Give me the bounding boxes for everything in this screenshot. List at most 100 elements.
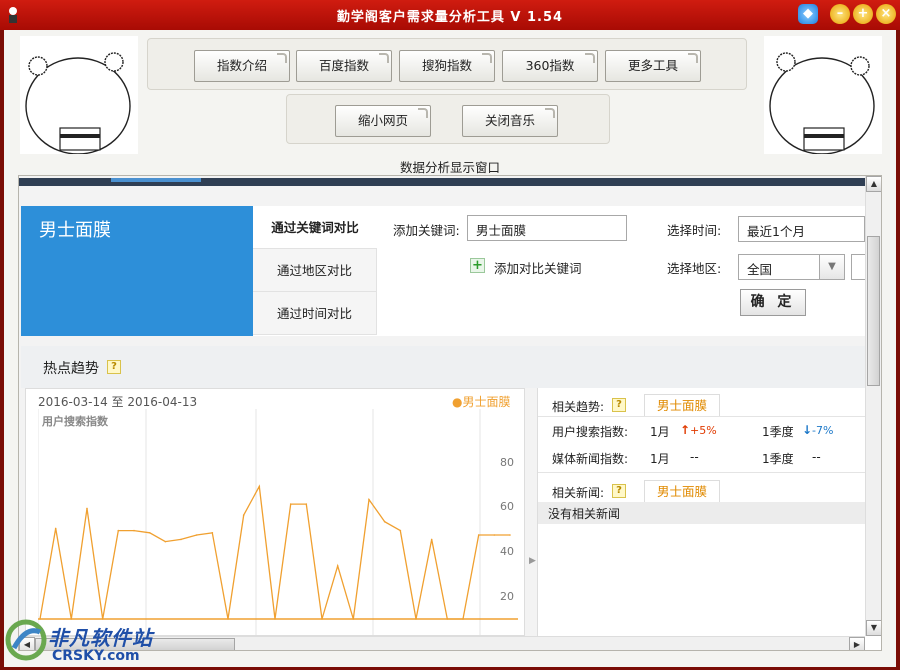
data-point — [242, 514, 245, 516]
y-tick-label: 80 — [500, 456, 514, 469]
scroll-down-icon[interactable]: ▼ — [866, 620, 881, 636]
related-trend-label: 相关趋势: — [552, 400, 605, 414]
time-select[interactable]: 最近1个月 — [738, 216, 865, 242]
360-index-button[interactable]: 360指数 — [502, 50, 598, 82]
search-quarter-change: -7% — [812, 424, 834, 437]
region-label: 选择地区: — [667, 261, 722, 276]
data-point — [462, 618, 464, 620]
skin-icon[interactable]: ◆ — [798, 4, 818, 24]
collapse-arrow-icon[interactable]: ▶ — [529, 556, 537, 586]
nav-accent — [111, 178, 201, 182]
no-news-text: 没有相关新闻 — [538, 502, 865, 524]
arrow-down-icon: ↓ — [802, 423, 813, 437]
vertical-scroll-thumb[interactable] — [867, 236, 880, 386]
y-tick-label: 60 — [500, 500, 514, 513]
tab-keyword-compare[interactable]: 通过关键词对比 — [253, 206, 377, 249]
minimize-button[interactable]: – — [830, 4, 850, 24]
window-title: 勤学阁客户需求量分析工具 V 1.54 — [336, 10, 564, 25]
section-title: 数据分析显示窗口 — [399, 160, 500, 175]
data-point — [274, 618, 276, 620]
y-tick-label: 20 — [500, 590, 514, 603]
watermark-logo-icon — [5, 619, 47, 661]
data-point — [415, 618, 417, 620]
keyword-input[interactable]: 男士面膜 — [467, 215, 627, 241]
top-nav-bar — [19, 178, 865, 186]
data-point — [446, 618, 449, 620]
data-point — [321, 618, 323, 620]
tab-time-compare[interactable]: 通过时间对比 — [253, 292, 377, 335]
chart-legend: ●男士面膜 — [452, 395, 511, 409]
tab-region-compare[interactable]: 通过地区对比 — [253, 249, 377, 292]
arrow-up-icon: ↑ — [680, 423, 691, 437]
news-quarter-change: -- — [812, 450, 821, 464]
add-icon[interactable]: + — [470, 258, 485, 273]
hot-trend-title: 热点趋势 — [43, 361, 99, 377]
data-point — [211, 531, 214, 534]
title-bar: 勤学阁客户需求量分析工具 V 1.54 ◆ – + × — [0, 0, 900, 30]
news-quarter-label: 1季度 — [762, 452, 794, 466]
data-point — [258, 485, 261, 488]
data-point — [133, 529, 135, 532]
close-music-button[interactable]: 关闭音乐 — [462, 105, 558, 137]
chart-plot: 80 60 40 20 — [38, 409, 518, 635]
search-month-label: 1月 — [650, 425, 670, 439]
confirm-button[interactable]: 确 定 — [740, 289, 806, 316]
data-point — [352, 618, 355, 620]
watermark-en: CRSKY.com — [52, 648, 140, 664]
data-point — [383, 520, 386, 523]
shrink-page-button[interactable]: 缩小网页 — [335, 105, 431, 137]
sogou-index-button[interactable]: 搜狗指数 — [399, 50, 495, 82]
related-panel: 相关趋势: ? 男士面膜 用户搜索指数: 1月 ↑ +5% 1季度 ↓ -7% … — [537, 388, 865, 636]
vertical-scrollbar[interactable]: ▲ ▼ — [865, 176, 881, 636]
region-select[interactable]: 全国 — [738, 254, 820, 280]
y-tick-label: 40 — [500, 545, 514, 558]
region-select-secondary[interactable] — [851, 254, 865, 280]
help-icon[interactable]: ? — [612, 398, 626, 412]
related-news-label: 相关新闻: — [552, 486, 605, 500]
data-point — [195, 534, 198, 536]
series-line — [39, 484, 510, 620]
more-tools-button[interactable]: 更多工具 — [605, 50, 701, 82]
news-index-label: 媒体新闻指数: — [552, 452, 629, 466]
close-button[interactable]: × — [876, 4, 896, 24]
related-trend-tab[interactable]: 男士面膜 — [644, 394, 721, 416]
related-news-tab[interactable]: 男士面膜 — [644, 480, 721, 502]
help-icon[interactable]: ? — [107, 360, 121, 374]
search-index-label: 用户搜索指数: — [552, 425, 629, 439]
data-point — [86, 507, 88, 510]
data-point — [477, 534, 480, 536]
maximize-button[interactable]: + — [853, 4, 873, 24]
baidu-index-button[interactable]: 百度指数 — [296, 50, 392, 82]
data-point — [180, 538, 182, 541]
keyword-panel: 男士面膜 — [21, 206, 253, 336]
news-month-change: -- — [690, 450, 699, 464]
search-month-change: +5% — [690, 424, 717, 437]
bear-illustration-left — [20, 36, 138, 154]
data-point — [227, 618, 229, 620]
add-compare-keyword-link[interactable]: 添加对比关键词 — [494, 258, 582, 277]
chevron-down-icon[interactable]: ▼ — [819, 254, 845, 280]
bear-illustration-right — [764, 36, 882, 154]
data-point — [430, 538, 433, 541]
data-display-window[interactable]: 男士面膜 通过关键词对比 通过地区对比 通过时间对比 添加关键词: 男士面膜 +… — [18, 175, 882, 651]
hot-trend-header: 热点趋势 ? — [21, 346, 865, 388]
window-client: 指数介绍 百度指数 搜狗指数 360指数 更多工具 缩小网页 关闭音乐 数据分析… — [4, 30, 896, 667]
news-month-label: 1月 — [650, 452, 670, 466]
data-point — [368, 498, 370, 501]
data-point — [305, 503, 308, 505]
compare-tabs: 通过关键词对比 通过地区对比 通过时间对比 — [253, 206, 377, 336]
query-form: 添加关键词: 男士面膜 + 添加对比关键词 选择时间: 最近1个月 选择地区: … — [377, 206, 865, 336]
watermark-cn: 非凡软件站 — [48, 626, 153, 650]
data-point — [164, 540, 167, 543]
help-icon[interactable]: ? — [612, 484, 626, 498]
index-intro-button[interactable]: 指数介绍 — [194, 50, 290, 82]
search-quarter-label: 1季度 — [762, 425, 794, 439]
data-point — [509, 534, 511, 536]
keyword-panel-title: 男士面膜 — [39, 220, 111, 241]
trend-chart: 2016-03-14 至 2016-04-13 ●男士面膜 用户搜索指数 80 … — [25, 388, 525, 636]
data-point — [336, 565, 339, 567]
data-point — [54, 527, 57, 530]
data-point — [493, 534, 496, 536]
scroll-right-icon[interactable]: ▶ — [849, 637, 865, 650]
scroll-up-icon[interactable]: ▲ — [866, 176, 881, 192]
